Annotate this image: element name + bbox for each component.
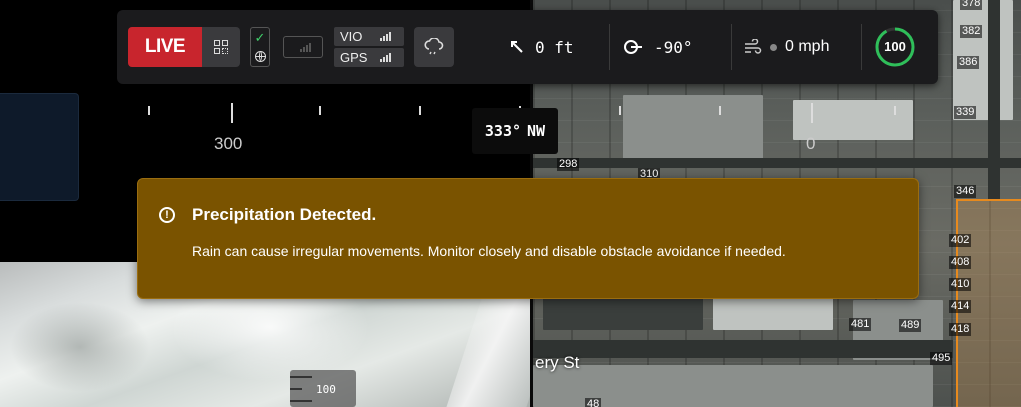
side-panel[interactable] xyxy=(0,93,79,201)
address-label: 481 xyxy=(849,318,872,331)
scale-line xyxy=(290,376,312,378)
wind-readout: 0 mph xyxy=(744,32,829,62)
vio-label: VIO xyxy=(340,29,363,44)
tape-tick xyxy=(419,106,421,115)
tape-label-0: 0 xyxy=(806,134,816,153)
address-label: 298 xyxy=(557,158,580,171)
info-icon: ! xyxy=(159,207,175,223)
heading-direction: NW xyxy=(527,122,546,140)
altitude-readout: 0 ft xyxy=(509,32,574,62)
address-label: 402 xyxy=(949,234,972,247)
tape-tick xyxy=(319,106,321,115)
address-label: 418 xyxy=(949,323,972,336)
tape-tick xyxy=(894,106,896,115)
wind-icon xyxy=(745,39,762,54)
divider xyxy=(731,24,732,70)
divider xyxy=(861,24,862,70)
scale-line xyxy=(290,388,302,390)
divider xyxy=(609,24,610,70)
address-label: 408 xyxy=(949,256,972,269)
gimbal-readout: -90° xyxy=(624,32,693,62)
live-button[interactable]: LIVE xyxy=(128,27,202,67)
address-label: 382 xyxy=(960,25,983,38)
tape-tick xyxy=(231,103,233,123)
gimbal-pitch-value: -90° xyxy=(654,37,693,57)
qr-button[interactable] xyxy=(202,27,240,67)
tape-tick xyxy=(148,106,150,115)
street xyxy=(988,0,1000,200)
wind-direction-dot xyxy=(770,43,777,51)
address-label: 386 xyxy=(957,56,980,69)
scale-line xyxy=(290,400,312,402)
nav-sources[interactable]: VIO GPS xyxy=(334,27,404,68)
vio-status: VIO xyxy=(334,27,404,46)
address-label: 339 xyxy=(954,106,977,119)
battery-percent: 100 xyxy=(884,39,906,54)
address-label: 414 xyxy=(949,300,972,313)
building xyxy=(623,95,763,165)
tape-tick xyxy=(619,106,621,115)
gps-label: GPS xyxy=(340,50,368,65)
globe-icon xyxy=(254,51,266,63)
street xyxy=(533,340,953,358)
qr-icon xyxy=(214,40,228,54)
gimbal-icon xyxy=(624,40,642,54)
check-icon: ✓ xyxy=(254,29,266,45)
cloud-rain-icon xyxy=(424,38,444,55)
address-label: 489 xyxy=(899,319,922,332)
wind-speed-value: 0 mph xyxy=(785,38,830,55)
live-group: LIVE xyxy=(128,27,240,67)
weather-button[interactable] xyxy=(414,27,454,67)
address-label: 495 xyxy=(930,352,953,365)
altitude-scale: 100 xyxy=(290,370,356,407)
street-name: ery St xyxy=(535,353,580,372)
tape-tick xyxy=(811,103,813,123)
altitude-value: 0 ft xyxy=(535,37,574,57)
signal-bars-icon xyxy=(300,43,311,52)
address-label: 410 xyxy=(949,278,972,291)
signal-bars-icon xyxy=(380,53,391,62)
address-label: 48 xyxy=(585,398,602,407)
signal-bars-icon xyxy=(380,32,391,41)
signal-strength[interactable] xyxy=(283,36,323,58)
heading-value: 333° xyxy=(484,122,522,140)
alert-message: Rain can cause irregular movements. Moni… xyxy=(192,243,786,259)
precipitation-alert[interactable]: ! Precipitation Detected. Rain can cause… xyxy=(137,178,919,299)
altitude-scale-label: 100 xyxy=(316,383,336,396)
address-label: 346 xyxy=(954,185,977,198)
street xyxy=(533,158,1021,168)
address-label: 378 xyxy=(960,0,983,10)
tape-tick xyxy=(719,106,721,115)
heading-readout: 333° NW xyxy=(472,108,558,154)
alert-title: Precipitation Detected. xyxy=(192,205,377,224)
tape-label-300: 300 xyxy=(214,134,243,153)
cloud-texture xyxy=(10,302,150,392)
diagonal-arrow-icon xyxy=(511,41,523,53)
connection-status[interactable]: ✓ xyxy=(250,27,270,67)
flight-toolbar: LIVE ✓ VIO GPS 0 ft -90° 0 mph 100 xyxy=(117,10,938,84)
gps-status: GPS xyxy=(334,48,404,67)
